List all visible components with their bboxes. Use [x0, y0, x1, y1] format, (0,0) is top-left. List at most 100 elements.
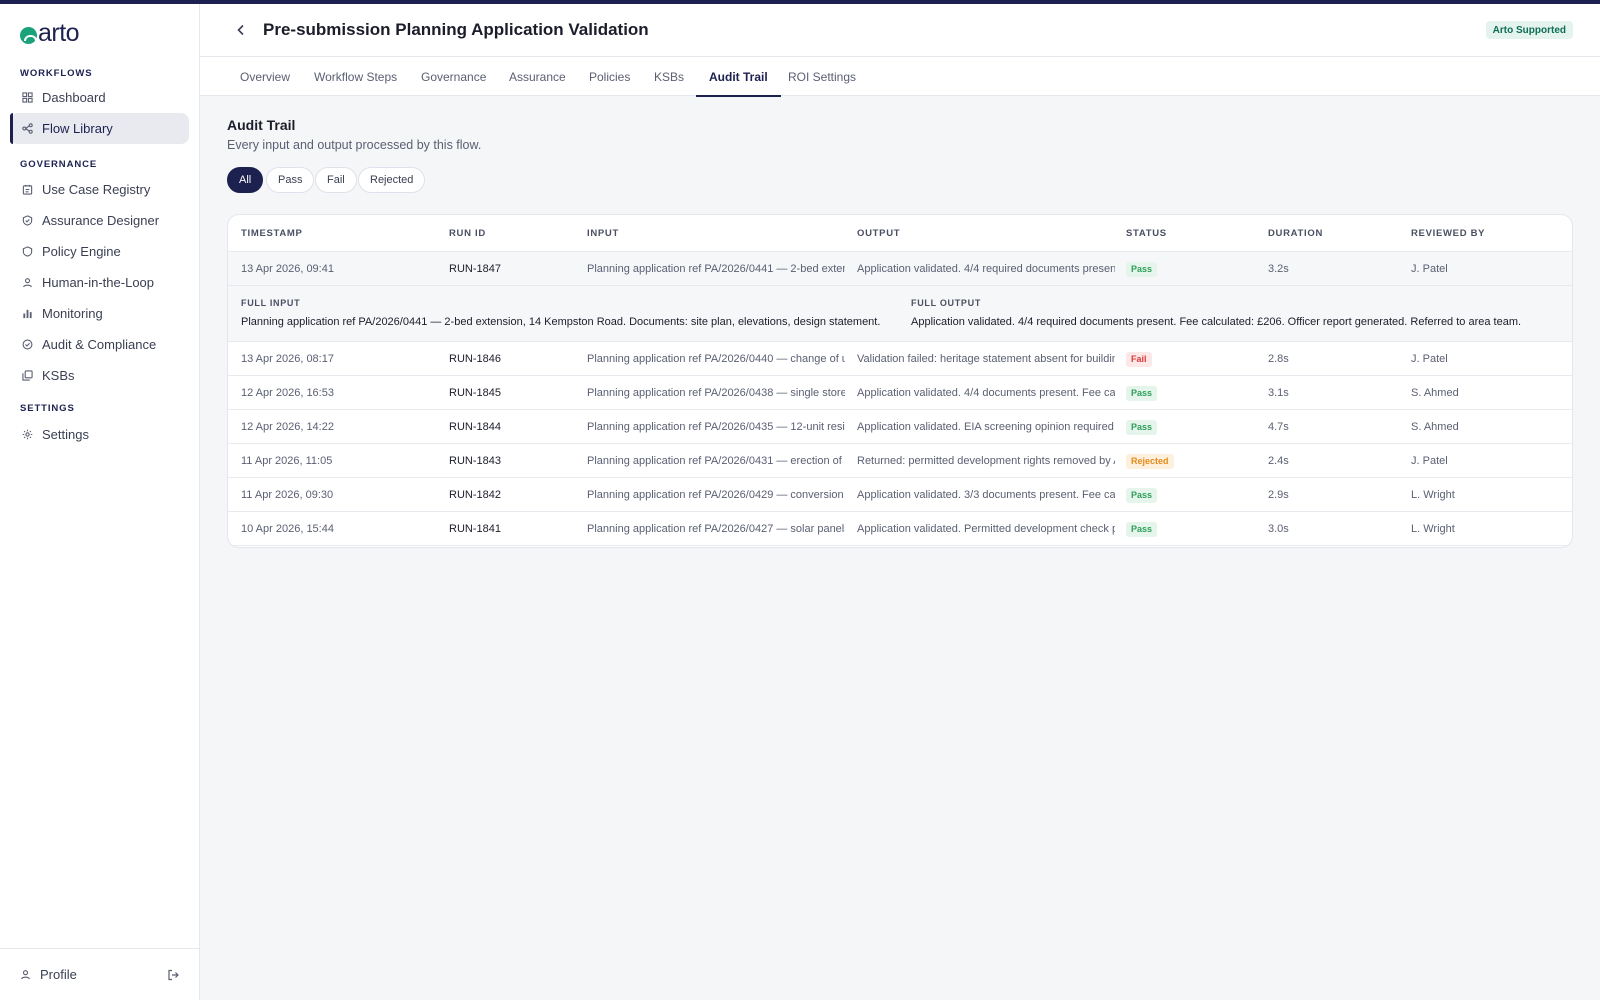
- input-cell: Planning application ref PA/2026/0431 — …: [587, 455, 845, 467]
- status-badge: Pass: [1126, 487, 1158, 503]
- timestamp-cell: 13 Apr 2026, 08:17: [241, 353, 334, 365]
- check-circle-icon: [22, 339, 33, 350]
- input-cell: Planning application ref PA/2026/0429 — …: [587, 489, 845, 501]
- filter-fail[interactable]: Fail: [315, 167, 357, 193]
- user-icon: [22, 277, 33, 288]
- table-row[interactable]: 13 Apr 2026, 08:17 RUN-1846 Planning app…: [228, 342, 1572, 376]
- tab-ksbs[interactable]: KSBs: [654, 57, 684, 96]
- timestamp-cell: 13 Apr 2026, 09:41: [241, 263, 334, 275]
- sidebar-item-ksbs[interactable]: KSBs: [10, 360, 189, 391]
- status-badge: Rejected: [1126, 453, 1174, 469]
- reviewed-by-cell: J. Patel: [1411, 263, 1448, 275]
- sidebar-item-policy-engine[interactable]: Policy Engine: [10, 236, 189, 267]
- tab-overview[interactable]: Overview: [240, 57, 290, 96]
- column-header-reviewed-by[interactable]: REVIEWED BY: [1411, 228, 1485, 239]
- output-cell: Application validated. EIA screening opi…: [857, 421, 1115, 433]
- status-badge: Pass: [1126, 385, 1158, 401]
- tab-workflow-steps[interactable]: Workflow Steps: [314, 57, 397, 96]
- arto-supported-badge: Arto Supported: [1485, 21, 1573, 39]
- run-id-cell: RUN-1844: [449, 421, 501, 433]
- sidebar-item-use-case-registry[interactable]: Use Case Registry: [10, 174, 189, 205]
- logo-text: arto: [38, 18, 80, 47]
- gear-icon: [22, 429, 33, 440]
- section-title: Audit Trail: [227, 117, 296, 133]
- sidebar-item-assurance-designer[interactable]: Assurance Designer: [10, 205, 189, 236]
- sidebar-item-label: Assurance Designer: [42, 213, 160, 228]
- status-badge: Pass: [1126, 521, 1158, 537]
- sidebar-item-settings[interactable]: Settings: [10, 419, 189, 450]
- shield-icon: [22, 246, 33, 257]
- table-row[interactable]: 13 Apr 2026, 09:41 RUN-1847 Planning app…: [228, 252, 1572, 286]
- status-badge: Pass: [1126, 261, 1158, 277]
- input-cell: Planning application ref PA/2026/0438 — …: [587, 387, 845, 399]
- run-id-cell: RUN-1843: [449, 455, 501, 467]
- reviewed-by-cell: S. Ahmed: [1411, 387, 1459, 399]
- sidebar-item-flow-library[interactable]: Flow Library: [10, 113, 189, 144]
- table-row[interactable]: 12 Apr 2026, 16:53 RUN-1845 Planning app…: [228, 376, 1572, 410]
- tab-bar: Overview Workflow Steps Governance Assur…: [200, 57, 1600, 97]
- sidebar-item-label: Human-in-the-Loop: [42, 275, 155, 290]
- sidebar-item-label: KSBs: [42, 368, 75, 383]
- status-cell: Pass: [1126, 376, 1256, 410]
- timestamp-cell: 11 Apr 2026, 09:30: [241, 489, 334, 501]
- profile-label: Profile: [40, 967, 77, 982]
- sidebar-item-label: Use Case Registry: [42, 182, 151, 197]
- sidebar-item-label: Audit & Compliance: [42, 337, 157, 352]
- tab-assurance[interactable]: Assurance: [509, 57, 566, 96]
- sidebar-item-human-in-the-loop[interactable]: Human-in-the-Loop: [10, 267, 189, 298]
- status-cell: Fail: [1126, 342, 1256, 376]
- status-cell: Pass: [1126, 410, 1256, 444]
- filter-pass[interactable]: Pass: [266, 167, 315, 193]
- full-input-text: Planning application ref PA/2026/0441 — …: [241, 316, 881, 328]
- table-row[interactable]: 11 Apr 2026, 09:30 RUN-1842 Planning app…: [228, 478, 1572, 512]
- duration-cell: 2.8s: [1268, 353, 1289, 365]
- full-output-text: Application validated. 4/4 required docu…: [911, 316, 1522, 328]
- sidebar-item-monitoring[interactable]: Monitoring: [10, 298, 189, 329]
- table-row[interactable]: 12 Apr 2026, 14:22 RUN-1844 Planning app…: [228, 410, 1572, 444]
- chevron-left-icon[interactable]: [234, 23, 248, 37]
- column-header-output[interactable]: OUTPUT: [857, 228, 900, 239]
- nav-section-workflows: WORKFLOWS: [20, 68, 93, 79]
- tab-audit-trail[interactable]: Audit Trail: [696, 57, 781, 97]
- profile-button[interactable]: Profile: [20, 967, 77, 982]
- sidebar-item-dashboard[interactable]: Dashboard: [10, 82, 189, 113]
- column-header-input[interactable]: INPUT: [587, 228, 619, 239]
- run-id-cell: RUN-1842: [449, 489, 501, 501]
- grid-icon: [22, 92, 33, 103]
- run-id-cell: RUN-1847: [449, 263, 501, 275]
- column-header-status[interactable]: STATUS: [1126, 228, 1167, 239]
- input-cell: Planning application ref PA/2026/0440 — …: [587, 353, 845, 365]
- output-cell: Validation failed: heritage statement ab…: [857, 353, 1115, 365]
- table-row[interactable]: 10 Apr 2026, 15:44 RUN-1841 Planning app…: [228, 512, 1572, 546]
- duration-cell: 3.1s: [1268, 387, 1289, 399]
- status-badge: Pass: [1126, 419, 1158, 435]
- tab-roi-settings[interactable]: ROI Settings: [788, 57, 856, 96]
- flow-icon: [22, 123, 33, 134]
- duration-cell: 2.4s: [1268, 455, 1289, 467]
- table-header: TIMESTAMP RUN ID INPUT OUTPUT STATUS DUR…: [228, 215, 1572, 252]
- input-cell: Planning application ref PA/2026/0435 — …: [587, 421, 845, 433]
- page-title: Pre-submission Planning Application Vali…: [263, 20, 649, 39]
- sidebar: arto WORKFLOWS Dashboard Flow Library GO…: [0, 4, 200, 1000]
- input-cell: Planning application ref PA/2026/0427 — …: [587, 523, 845, 535]
- input-cell: Planning application ref PA/2026/0441 — …: [587, 263, 845, 275]
- column-header-timestamp[interactable]: TIMESTAMP: [241, 228, 303, 239]
- status-cell: Pass: [1126, 252, 1256, 286]
- output-cell: Returned: permitted development rights r…: [857, 455, 1115, 467]
- output-cell: Application validated. 4/4 documents pre…: [857, 387, 1115, 399]
- column-header-duration[interactable]: DURATION: [1268, 228, 1323, 239]
- tab-governance[interactable]: Governance: [421, 57, 486, 96]
- filter-all[interactable]: All: [227, 167, 264, 193]
- run-id-cell: RUN-1841: [449, 523, 501, 535]
- logout-icon[interactable]: [167, 969, 179, 981]
- arto-logo-icon: [20, 26, 37, 44]
- table-row[interactable]: 11 Apr 2026, 11:05 RUN-1843 Planning app…: [228, 444, 1572, 478]
- sidebar-item-audit-compliance[interactable]: Audit & Compliance: [10, 329, 189, 360]
- sidebar-footer: Profile: [0, 948, 199, 1000]
- tab-policies[interactable]: Policies: [589, 57, 630, 96]
- reviewed-by-cell: J. Patel: [1411, 353, 1448, 365]
- reviewed-by-cell: L. Wright: [1411, 489, 1455, 501]
- column-header-run-id[interactable]: RUN ID: [449, 228, 486, 239]
- arto-logo[interactable]: arto: [20, 18, 80, 48]
- filter-rejected[interactable]: Rejected: [358, 167, 426, 193]
